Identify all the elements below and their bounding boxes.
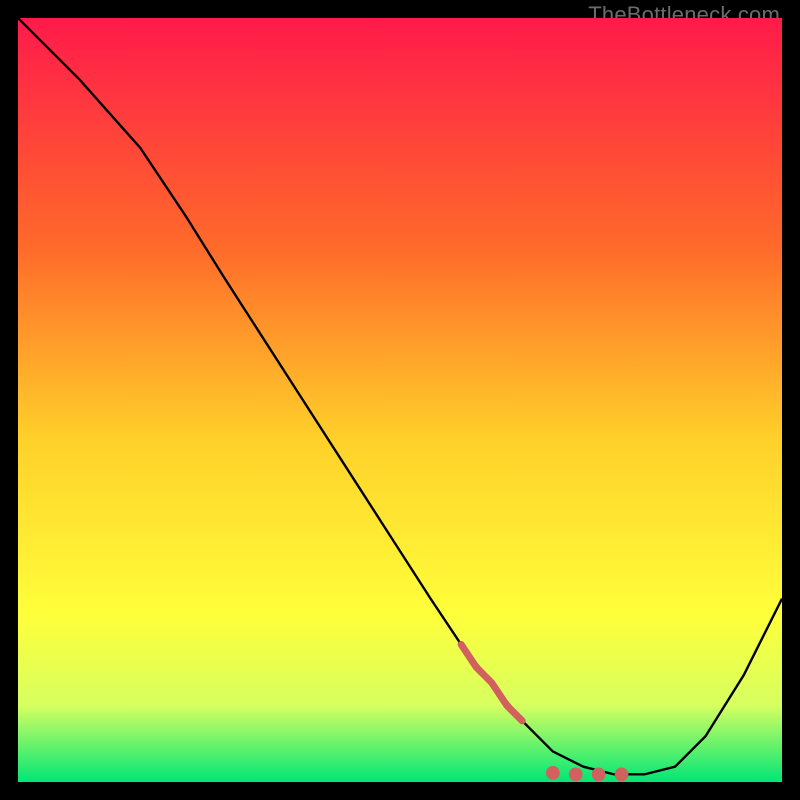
chart-frame: TheBottleneck.com: [0, 0, 800, 800]
bottleneck-plot: [18, 18, 782, 782]
plot-background: [18, 18, 782, 782]
highlight-dot: [569, 767, 583, 781]
highlight-dot: [615, 767, 629, 781]
highlight-dot: [546, 766, 560, 780]
highlight-dot: [592, 767, 606, 781]
